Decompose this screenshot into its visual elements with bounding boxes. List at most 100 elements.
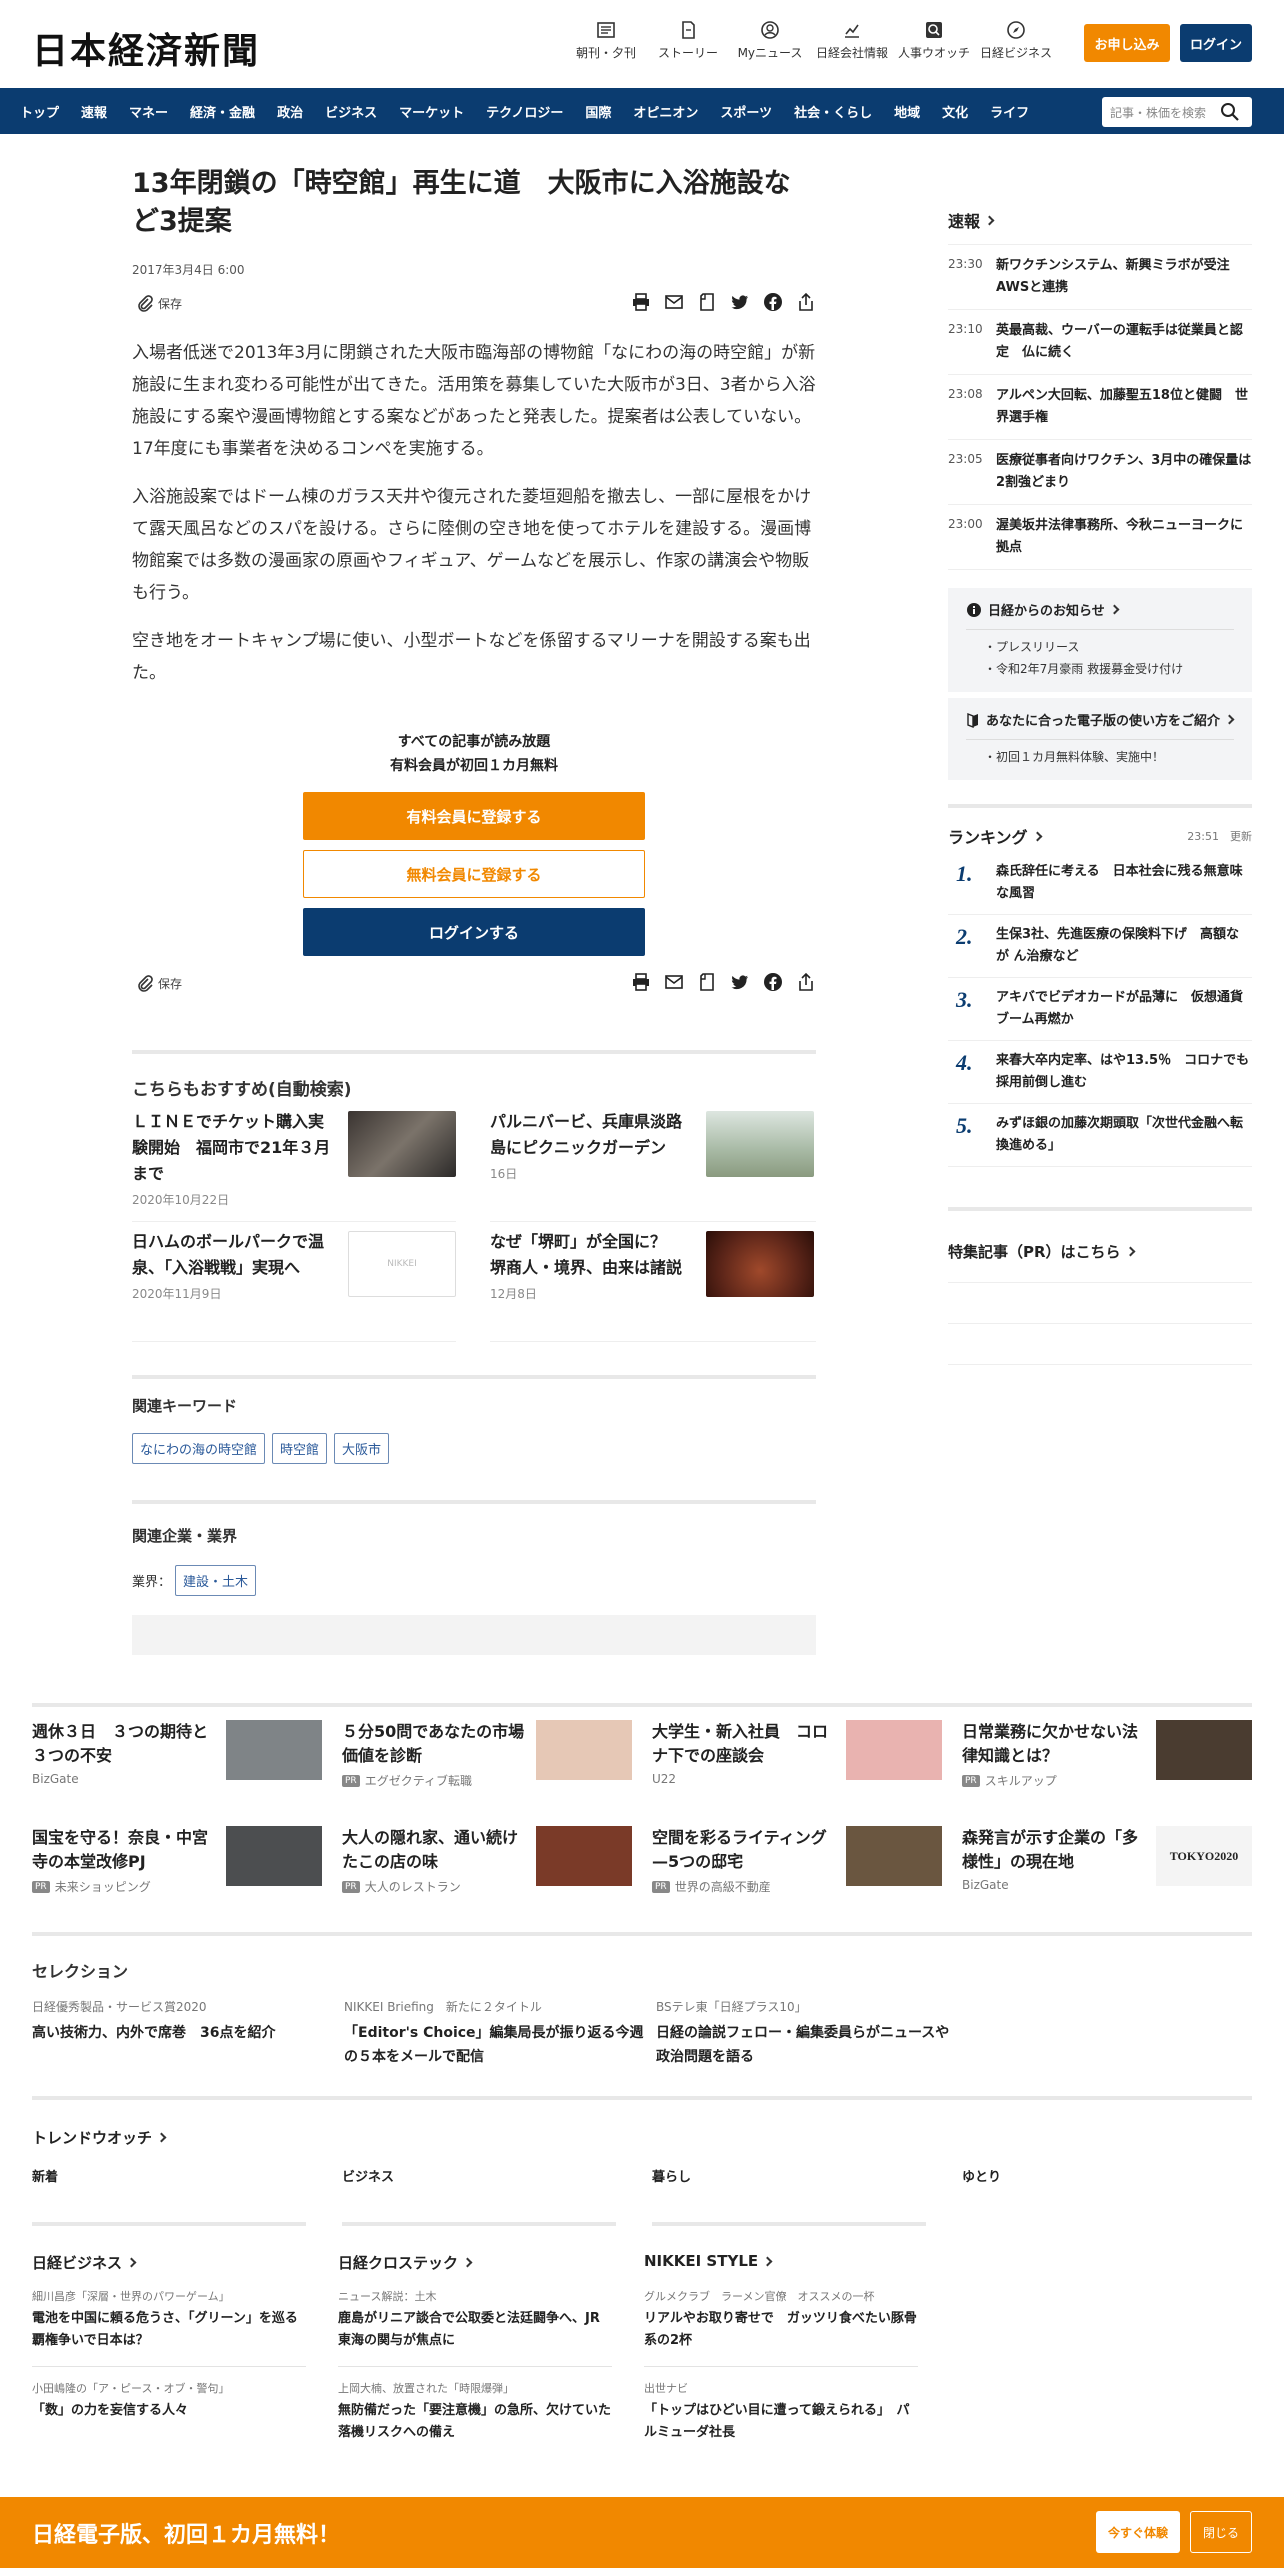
twitter-icon[interactable] — [730, 972, 750, 996]
global-nav-item[interactable]: 速報 — [81, 102, 107, 121]
media-title[interactable]: NIKKEI STYLE — [644, 2252, 773, 2270]
trend-tab[interactable]: ゆとり — [962, 2166, 1001, 2185]
notice-item[interactable]: ・プレスリリース — [966, 636, 1234, 658]
media-article[interactable]: 上岡大楠、放置された「時限爆弾」 無防備だった「要注意機」の急所、欠けていた落機リ… — [338, 2368, 612, 2444]
breaking-news-item[interactable]: 23:00 渥美坂井法律事務所、今秋ニューヨークに拠点 — [948, 505, 1252, 570]
recommend-item[interactable]: 日ハムのボールパークで温泉、「入浴戦戦」実現へ 2020年11月9日 NIKKE… — [132, 1229, 456, 1329]
trend-tab[interactable]: 新着 — [32, 2166, 58, 2185]
breaking-news-item[interactable]: 23:30 新ワクチンシステム、新興ミラボが受注 AWSと連携 — [948, 245, 1252, 310]
login-button[interactable]: ログイン — [1180, 24, 1252, 62]
recommend-item[interactable]: ＬＩＮＥでチケット購入実験開始 福岡市で21年３月まで 2020年10月22日 — [132, 1109, 456, 1209]
search-icon[interactable] — [1220, 102, 1240, 122]
media-article[interactable]: 細川昌彦「深層・世界のパワーゲーム」 電池を中国に頼る危うさ、「グリーン」を巡る覇… — [32, 2276, 306, 2352]
notice-item[interactable]: ・令和2年7月豪雨 救援募金受け付け — [966, 658, 1234, 680]
global-nav-item[interactable]: ライフ — [990, 102, 1029, 121]
promo-item[interactable]: 森発言が示す企業の「多様性」の現在地 BizGate TOKYO2020 — [962, 1826, 1252, 1898]
header-nav-story[interactable]: ストーリー — [647, 20, 729, 61]
keyword-tag[interactable]: なにわの海の時空館 — [132, 1433, 266, 1464]
selection-item[interactable]: NIKKEI Briefing 新たに２タイトル 「Editor's Choice… — [344, 1998, 644, 2069]
breaking-news-title[interactable]: 速報 — [948, 208, 1252, 232]
selection-headline: 高い技術力、内外で席巻 36点を紹介 — [32, 2025, 276, 2041]
global-nav-item[interactable]: オピニオン — [633, 102, 698, 121]
free-register-button[interactable]: 無料会員に登録する — [303, 850, 645, 898]
header-nav-paper[interactable]: 朝刊・夕刊 — [565, 20, 647, 61]
note-icon[interactable] — [697, 972, 717, 996]
industry-tag[interactable]: 建設・土木 — [175, 1565, 257, 1596]
trend-tab[interactable]: 暮らし — [652, 2166, 691, 2185]
keyword-tag[interactable]: 時空館 — [272, 1433, 328, 1464]
global-nav-item[interactable]: 地域 — [894, 102, 920, 121]
save-button[interactable]: 保存 — [136, 974, 182, 992]
guide-item-label: 初回１カ月無料体験、実施中！ — [996, 750, 1165, 764]
site-logo[interactable]: 日本経済新聞 — [32, 22, 260, 74]
paid-register-button[interactable]: 有料会員に登録する — [303, 792, 645, 840]
note-icon[interactable] — [697, 292, 717, 316]
header-nav-jinji[interactable]: 人事ウオッチ — [893, 20, 975, 61]
share-icon[interactable] — [796, 292, 816, 316]
article-title: 13年閉鎖の「時空館」再生に道 大阪市に入浴施設など3提案 — [132, 168, 791, 237]
promo-item[interactable]: ５分50問であなたの市場価値を診断 PR エグゼクティブ転職 — [342, 1720, 632, 1792]
ranking-item[interactable]: 4. 来春大卒内定率、はや13.5％ コロナでも採用前倒し進む — [948, 1041, 1252, 1104]
ranking-item[interactable]: 1. 森氏辞任に考える 日本社会に残る無意味な風習 — [948, 852, 1252, 915]
save-button[interactable]: 保存 — [136, 294, 182, 312]
header-nav-business[interactable]: 日経ビジネス — [975, 20, 1057, 61]
ranking-item[interactable]: 2. 生保3社、先進医療の保険料下げ 高額なが ん治療など — [948, 915, 1252, 978]
print-icon[interactable] — [631, 972, 651, 996]
promo-item[interactable]: 大人の隠れ家、通い続けたこの店の味 PR 大人のレストラン — [342, 1826, 632, 1898]
notice-title[interactable]: 日経からのお知らせ — [966, 600, 1234, 619]
global-nav-item[interactable]: 国際 — [585, 102, 611, 121]
facebook-icon[interactable] — [763, 292, 783, 316]
header-nav-company[interactable]: 日経会社情報 — [811, 20, 893, 61]
breaking-news-item[interactable]: 23:10 英最高裁、ウーバーの運転手は従業員と認定 仏に続く — [948, 310, 1252, 375]
header-nav-mynews[interactable]: Myニュース — [729, 20, 811, 61]
global-nav-item[interactable]: 政治 — [277, 102, 303, 121]
trend-tab[interactable]: ビジネス — [342, 2166, 394, 2185]
divider — [32, 2222, 306, 2226]
promo-item[interactable]: 国宝を守る！奈良・中宮寺の本堂改修PJ PR 未来ショッピング — [32, 1826, 322, 1898]
guide-title[interactable]: あなたに合った電子版の使い方をご紹介 — [966, 710, 1235, 729]
ranking-item[interactable]: 5. みずほ銀の加藤次期頭取「次世代金融へ転換進める」 — [948, 1104, 1252, 1167]
media-article[interactable]: ニュース解説：土木 鹿島がリニア談合で公取委と法廷闘争へ、JR東海の関与が焦点に — [338, 2276, 612, 2352]
recommend-item[interactable]: なぜ「堺町」が全国に？ 堺商人・境界、由来は諸説 12月8日 — [490, 1229, 814, 1329]
global-nav-item[interactable]: スポーツ — [720, 102, 772, 121]
global-nav-item[interactable]: テクノロジー — [486, 102, 563, 121]
media-article[interactable]: グルメクラブ ラーメン官僚 オススメの一杯 リアルやお取り寄せで ガッツリ食べたい… — [644, 2276, 918, 2352]
global-nav-item[interactable]: ビジネス — [325, 102, 377, 121]
media-article[interactable]: 出世ナビ 「トップはひどい目に遭って鍛えられる」 パルミューダ社長 — [644, 2368, 918, 2444]
breaking-news-item[interactable]: 23:05 医療従事者向けワクチン、3月中の確保量は2割強どまり — [948, 440, 1252, 505]
keyword-tag[interactable]: 大阪市 — [334, 1433, 390, 1464]
media-title[interactable]: 日経クロステック — [338, 2252, 473, 2273]
global-nav-item[interactable]: マネー — [129, 102, 168, 121]
global-nav-item[interactable]: 社会・くらし — [794, 102, 872, 121]
media-article[interactable]: 小田嶋隆の「ア・ピース・オブ・警句」 「数」の力を妄信する人々 — [32, 2368, 306, 2422]
trend-title[interactable]: トレンドウオッチ — [32, 2127, 167, 2148]
apply-button[interactable]: お申し込み — [1084, 24, 1170, 62]
facebook-icon[interactable] — [763, 972, 783, 996]
mail-icon[interactable] — [664, 292, 684, 316]
share-icon[interactable] — [796, 972, 816, 996]
promo-item[interactable]: 週休３日 ３つの期待と３つの不安 BizGate — [32, 1720, 322, 1792]
trial-button[interactable]: 今すぐ体験 — [1096, 2511, 1180, 2553]
media-article-title: リアルやお取り寄せで ガッツリ食べたい豚骨系の2杯 — [644, 2311, 917, 2348]
guide-item[interactable]: ・初回１カ月無料体験、実施中！ — [966, 746, 1234, 768]
ranking-item[interactable]: 3. アキバでビデオカードが品薄に 仮想通貨ブーム再燃か — [948, 978, 1252, 1041]
promo-item[interactable]: 空間を彩るライティング—5つの邸宅 PR 世界の高級不動産 — [652, 1826, 942, 1898]
global-nav-item[interactable]: マーケット — [399, 102, 464, 121]
global-nav-item[interactable]: トップ — [20, 102, 59, 121]
global-nav-item[interactable]: 文化 — [942, 102, 968, 121]
paywall-login-button[interactable]: ログインする — [303, 908, 645, 956]
twitter-icon[interactable] — [730, 292, 750, 316]
mail-icon[interactable] — [664, 972, 684, 996]
pr-title[interactable]: 特集記事（PR）はこちら — [948, 1241, 1252, 1262]
recommend-item[interactable]: パルニバービ、兵庫県淡路島にピクニックガーデン 16日 — [490, 1109, 814, 1209]
global-nav-item[interactable]: 経済・金融 — [190, 102, 255, 121]
media-title[interactable]: 日経ビジネス — [32, 2252, 137, 2273]
promo-item[interactable]: 大学生・新入社員 コロナ下での座談会 U22 — [652, 1720, 942, 1792]
paperclip-icon — [138, 295, 153, 312]
print-icon[interactable] — [631, 292, 651, 316]
promo-item[interactable]: 日常業務に欠かせない法律知識とは？ PR スキルアップ — [962, 1720, 1252, 1792]
breaking-news-item[interactable]: 23:08 アルペン大回転、加藤聖五18位と健闘 世界選手権 — [948, 375, 1252, 440]
selection-item[interactable]: BSテレ東「日経プラス10」 日経の論説フェロー・編集委員らがニュースや政治問題を… — [656, 1998, 956, 2069]
selection-item[interactable]: 日経優秀製品・サービス賞2020 高い技術力、内外で席巻 36点を紹介 — [32, 1998, 332, 2045]
close-button[interactable]: 閉じる — [1190, 2511, 1252, 2553]
